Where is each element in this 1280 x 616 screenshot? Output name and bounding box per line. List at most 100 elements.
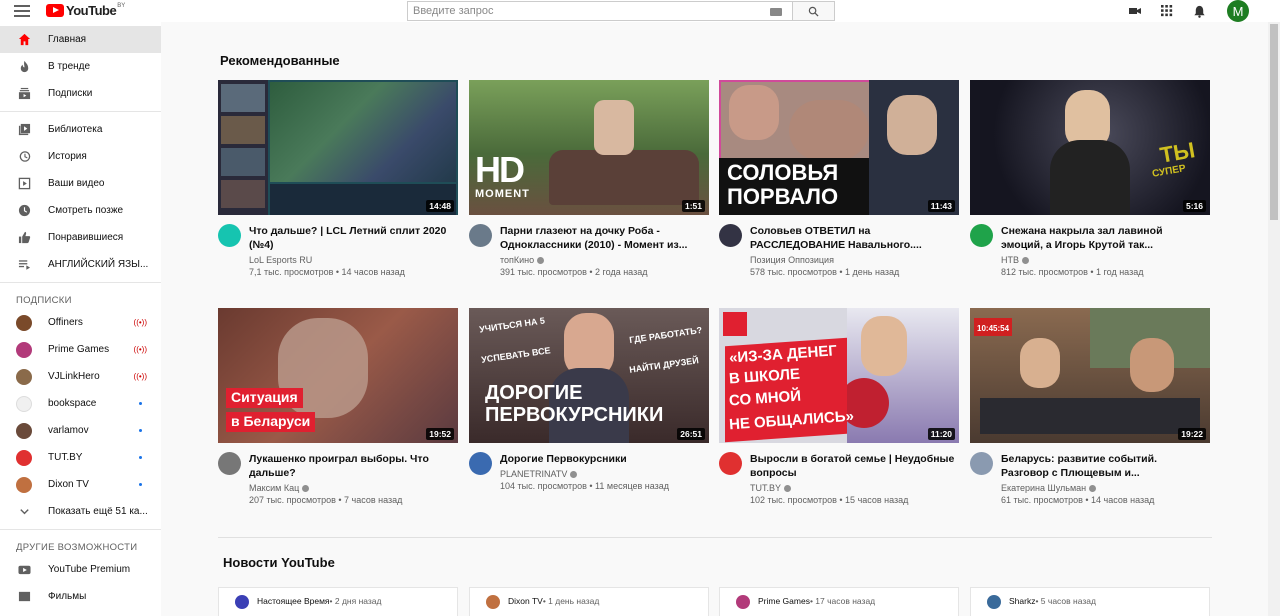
video-title[interactable]: Дорогие Первокурсники [500,452,705,466]
video-card[interactable]: УЧИТЬСЯ НА 5 УСПЕВАТЬ ВСЕ ГДЕ РАБОТАТЬ? … [469,308,709,491]
page-scrollbar[interactable] [1268,22,1280,616]
notifications-bell-icon[interactable] [1192,4,1206,18]
sidebar-sub-vjlinkhero[interactable]: VJLinkHero ((•)) [0,363,161,390]
search-input[interactable] [408,5,758,17]
sidebar-sub-dixon-tv[interactable]: Dixon TV [0,471,161,498]
sidebar-sub-varlamov[interactable]: varlamov [0,417,161,444]
video-stats: 61 тыс. просмотров • 14 часов назад [1001,495,1155,505]
sidebar-item-subscriptions[interactable]: Подписки [0,80,161,107]
video-thumbnail[interactable]: 14:48 [218,80,458,215]
channel-avatar[interactable] [469,452,492,475]
account-avatar[interactable]: M [1227,0,1249,22]
channel-name[interactable]: PLANETRINATV [500,469,567,479]
channel-avatar[interactable] [235,595,249,609]
history-icon [16,149,32,165]
sidebar-item-youtube-premium[interactable]: YouTube Premium [0,556,161,583]
video-title[interactable]: Беларусь: развитие событий. Разговор с П… [1001,452,1206,480]
channel-avatar[interactable] [719,452,742,475]
video-title[interactable]: Что дальше? | LCL Летний сплит 2020 (№4) [249,224,454,252]
video-card[interactable]: СОЛОВЬЯ ПОРВАЛО 11:43 Соловьев ОТВЕТИЛ н… [719,80,959,277]
sidebar-item-label: Ваши видео [48,178,105,189]
video-channel[interactable]: PLANETRINATV [500,469,705,479]
video-channel[interactable]: НТВ [1001,255,1206,265]
sidebar-item-history[interactable]: История [0,143,161,170]
video-title[interactable]: Лукашенко проиграл выборы. Что дальше? [249,452,454,480]
post-channel[interactable]: Sharkz [1009,596,1035,606]
live-icon: ((•)) [133,345,147,354]
sidebar-sub-offiners[interactable]: Offiners ((•)) [0,309,161,336]
section-divider [218,537,1212,538]
channel-avatar[interactable] [486,595,500,609]
video-title[interactable]: Снежана накрыла зал лавиной эмоций, а Иг… [1001,224,1206,252]
channel-avatar[interactable] [469,224,492,247]
channel-name[interactable]: TUT.BY [750,483,781,493]
sidebar-sub-prime-games[interactable]: Prime Games ((•)) [0,336,161,363]
video-channel[interactable]: Екатерина Шульман [1001,483,1206,493]
community-post-card[interactable]: Настоящее Время • 2 дня назад [218,587,458,616]
video-title[interactable]: Выросли в богатой семье | Неудобные вопр… [750,452,955,480]
channel-avatar[interactable] [970,452,993,475]
community-post-card[interactable]: Sharkz • 5 часов назад [970,587,1210,616]
video-card[interactable]: 10:45:54 19:22 Беларусь: развитие событи… [970,308,1210,505]
channel-name[interactable]: Позиция Оппозиция [750,255,834,265]
channel-avatar[interactable] [987,595,1001,609]
video-card[interactable]: 14:48 Что дальше? | LCL Летний сплит 202… [218,80,458,277]
sidebar-item-library[interactable]: Библиотека [0,116,161,143]
apps-icon[interactable] [1160,4,1174,18]
live-icon: ((•)) [133,318,147,327]
channel-name[interactable]: Максим Кац [249,483,299,493]
channel-avatar[interactable] [736,595,750,609]
channel-name[interactable]: Екатерина Шульман [1001,483,1086,493]
channel-name[interactable]: НТВ [1001,255,1019,265]
keyboard-icon[interactable] [770,8,782,16]
sidebar-item-movies[interactable]: Фильмы [0,583,161,610]
channel-avatar[interactable] [218,224,241,247]
home-icon [16,32,32,48]
channel-avatar[interactable] [719,224,742,247]
sidebar-divider [0,111,161,112]
video-card[interactable]: Ситуация в Беларуси 19:52 Лукашенко прои… [218,308,458,505]
sidebar-item-home[interactable]: Главная [0,26,161,53]
video-thumbnail[interactable]: СОЛОВЬЯ ПОРВАЛО 11:43 [719,80,959,215]
channel-avatar[interactable] [218,452,241,475]
post-channel[interactable]: Настоящее Время [257,596,330,606]
create-video-icon[interactable] [1128,4,1142,18]
video-channel[interactable]: топКино [500,255,705,265]
sidebar-item-trending[interactable]: В тренде [0,53,161,80]
video-thumbnail[interactable]: УЧИТЬСЯ НА 5 УСПЕВАТЬ ВСЕ ГДЕ РАБОТАТЬ? … [469,308,709,443]
menu-icon[interactable] [14,4,30,18]
channel-avatar[interactable] [970,224,993,247]
scrollbar-thumb[interactable] [1270,24,1278,220]
post-channel[interactable]: Dixon TV [508,596,543,606]
post-channel[interactable]: Prime Games [758,596,810,606]
community-post-card[interactable]: Prime Games • 17 часов назад [719,587,959,616]
sidebar-sub-tutby[interactable]: TUT.BY [0,444,161,471]
sidebar-item-label: Offiners [48,317,83,328]
community-post-card[interactable]: Dixon TV • 1 день назад [469,587,709,616]
video-thumbnail[interactable]: 10:45:54 19:22 [970,308,1210,443]
video-thumbnail[interactable]: «ИЗ-ЗА ДЕНЕГ В ШКОЛЕ СО МНОЙ НЕ ОБЩАЛИСЬ… [719,308,959,443]
video-title[interactable]: Соловьев ОТВЕТИЛ на РАССЛЕДОВАНИЕ Наваль… [750,224,955,252]
video-thumbnail[interactable]: ТЫ СУПЕР 5:16 [970,80,1210,215]
video-card[interactable]: HD MOMENT 1:51 Парни глазеют на дочку Ро… [469,80,709,277]
video-channel[interactable]: Максим Кац [249,483,454,493]
sidebar-sub-bookspace[interactable]: bookspace [0,390,161,417]
sidebar-item-playlist[interactable]: АНГЛИЙСКИЙ ЯЗЫ... [0,251,161,278]
sidebar-item-liked[interactable]: Понравившиеся [0,224,161,251]
channel-avatar [16,422,32,439]
video-thumbnail[interactable]: HD MOMENT 1:51 [469,80,709,215]
video-channel[interactable]: LoL Esports RU [249,255,454,265]
video-channel[interactable]: Позиция Оппозиция [750,255,955,265]
youtube-logo[interactable]: YouTube BY [46,3,125,18]
sidebar-item-watch-later[interactable]: Смотреть позже [0,197,161,224]
search-button[interactable] [792,1,835,21]
channel-name[interactable]: топКино [500,255,534,265]
video-thumbnail[interactable]: Ситуация в Беларуси 19:52 [218,308,458,443]
video-title[interactable]: Парни глазеют на дочку Роба - Одноклассн… [500,224,705,252]
video-card[interactable]: «ИЗ-ЗА ДЕНЕГ В ШКОЛЕ СО МНОЙ НЕ ОБЩАЛИСЬ… [719,308,959,505]
sidebar-show-more[interactable]: Показать ещё 51 ка... [0,498,161,525]
channel-name[interactable]: LoL Esports RU [249,255,312,265]
sidebar-item-your-videos[interactable]: Ваши видео [0,170,161,197]
video-channel[interactable]: TUT.BY [750,483,955,493]
video-card[interactable]: ТЫ СУПЕР 5:16 Снежана накрыла зал лавино… [970,80,1210,277]
